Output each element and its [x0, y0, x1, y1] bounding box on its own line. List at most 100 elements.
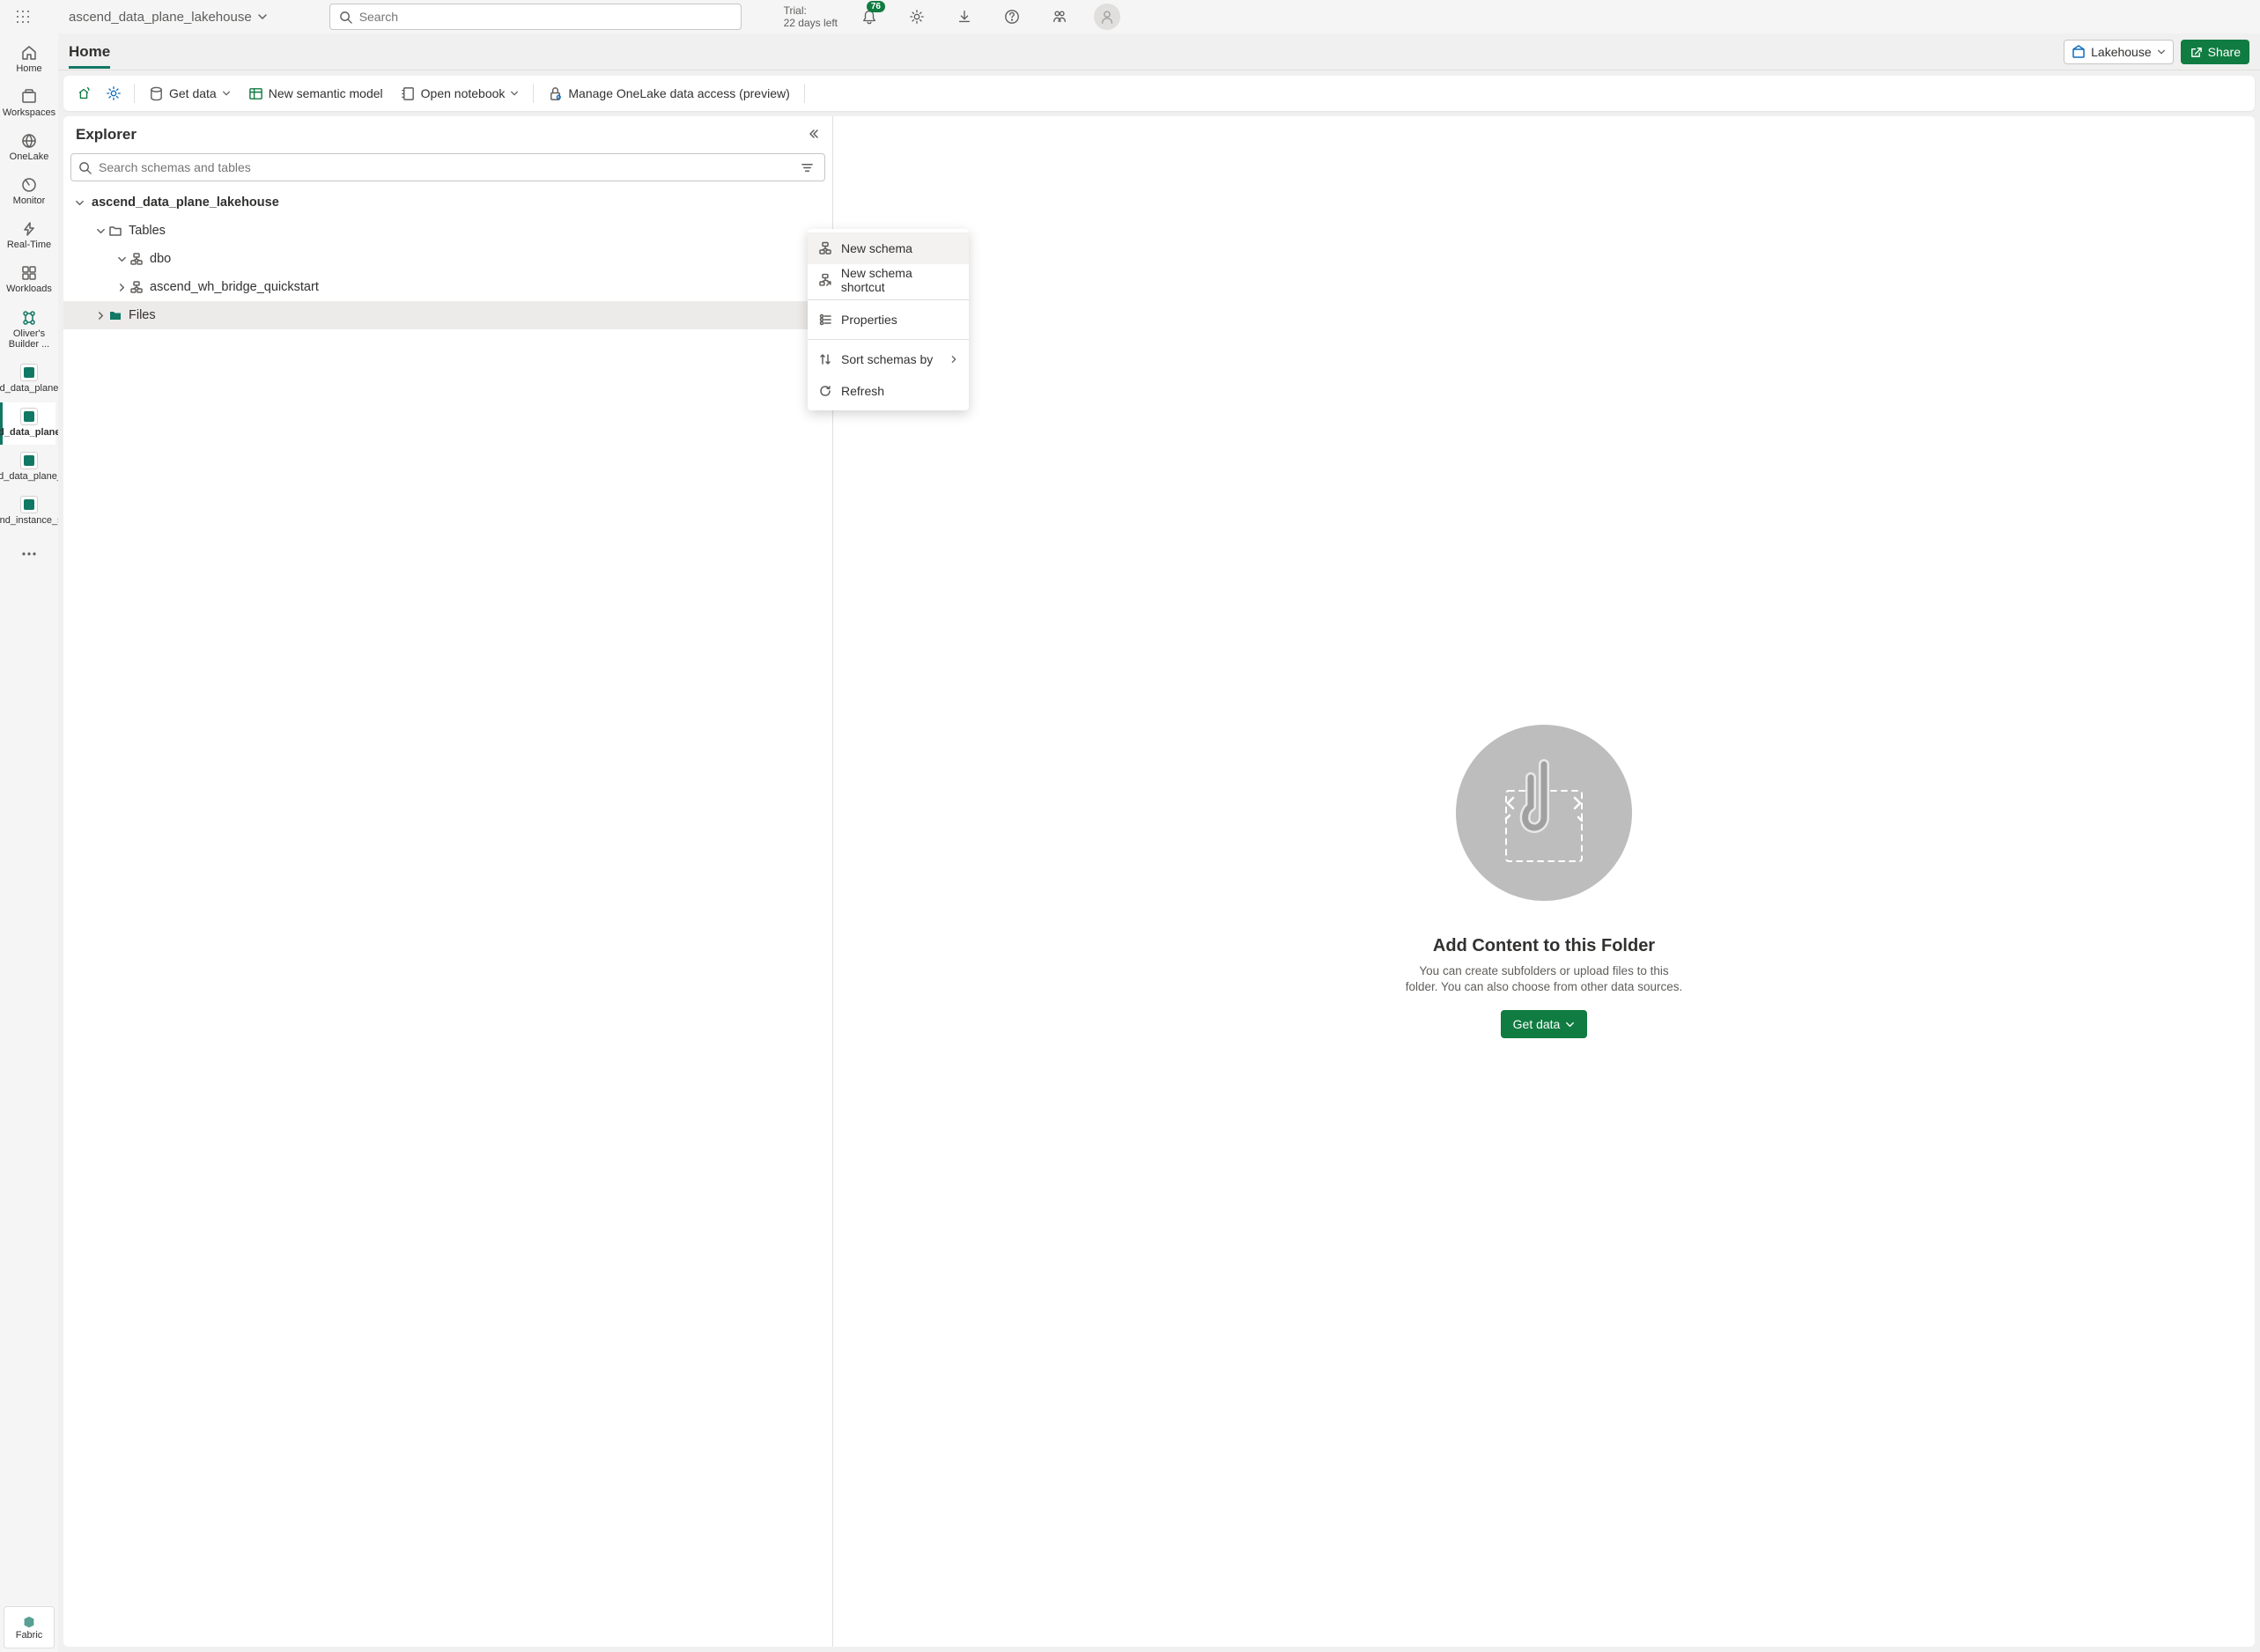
ctx-new-schema[interactable]: New schema [808, 232, 969, 264]
nav-onelake[interactable]: OneLake [3, 127, 55, 169]
semantic-model-label: New semantic model [269, 86, 383, 100]
nav-ws-item-4[interactable]: ascend_instance_store [3, 490, 55, 533]
trial-line2: 22 days left [784, 17, 838, 29]
tree-schema-bridge[interactable]: ascend_wh_bridge_quickstart [63, 273, 832, 301]
schema-icon [129, 252, 144, 266]
nav-label: Oliver's Builder ... [4, 328, 54, 350]
home-bar: Home Lakehouse Share [58, 33, 2260, 70]
folder-icon [108, 224, 122, 238]
settings-button[interactable] [901, 1, 933, 33]
global-search-box[interactable] [329, 4, 742, 30]
search-icon [339, 11, 352, 24]
gear-icon [909, 9, 925, 25]
ctx-label: New schema shortcut [841, 266, 958, 294]
ctx-properties[interactable]: Properties [808, 304, 969, 336]
explorer-search-input[interactable] [99, 160, 789, 174]
global-search-input[interactable] [359, 10, 732, 24]
workloads-icon [20, 264, 38, 282]
explorer-search-box[interactable] [70, 153, 825, 181]
chevron-down-icon [1565, 1020, 1575, 1029]
lakehouse-icon [20, 364, 38, 381]
manage-access-button[interactable]: Manage OneLake data access (preview) [541, 83, 796, 105]
left-nav: Home Workspaces OneLake Monitor Real-Tim… [0, 33, 58, 1652]
lakehouse-settings-button[interactable] [100, 80, 127, 107]
lakehouse-label: Lakehouse [2091, 45, 2152, 59]
warehouse-icon [20, 452, 38, 469]
refresh-lakehouse-button[interactable] [70, 80, 97, 107]
content-area: Explorer ascend_data_plane_lakehouse [63, 116, 2255, 1647]
nav-label: Real-Time [7, 240, 51, 250]
ctx-sort-schemas[interactable]: Sort schemas by [808, 343, 969, 375]
tree-root[interactable]: ascend_data_plane_lakehouse [63, 188, 832, 217]
nav-label: Workspaces [3, 107, 55, 118]
lakehouse-icon [2072, 45, 2086, 59]
nav-home[interactable]: Home [3, 39, 55, 81]
preview-get-data-button[interactable]: Get data [1501, 1010, 1588, 1038]
workspace-name-text: ascend_data_plane_lakehouse [69, 10, 252, 25]
open-notebook-button[interactable]: Open notebook [394, 83, 527, 105]
fabric-switcher-button[interactable]: Fabric [4, 1606, 55, 1648]
ctx-label: Properties [841, 313, 897, 327]
nav-workloads[interactable]: Workloads [3, 259, 55, 301]
nav-ws-item-2-active[interactable]: ascend_data_plane_lak... [0, 402, 55, 445]
tree-files[interactable]: Files [63, 301, 832, 329]
chevron-down-icon [2157, 48, 2166, 56]
download-button[interactable] [949, 1, 980, 33]
tree-schema-dbo[interactable]: dbo [63, 245, 832, 273]
separator [808, 339, 969, 340]
fabric-label: Fabric [16, 1630, 43, 1641]
preview-title: Add Content to this Folder [1433, 936, 1655, 956]
nav-realtime[interactable]: Real-Time [3, 215, 55, 257]
notifications-button[interactable]: 76 [853, 1, 885, 33]
home-icon [20, 44, 38, 62]
nav-monitor[interactable]: Monitor [3, 171, 55, 213]
new-semantic-model-button[interactable]: New semantic model [241, 83, 390, 105]
onelake-icon [20, 132, 38, 150]
nav-label: Monitor [13, 195, 46, 206]
nav-ws-item-3[interactable]: ascend_data_plane_war... [3, 446, 55, 489]
workspace-name-dropdown[interactable]: ascend_data_plane_lakehouse [60, 6, 277, 28]
home-tab[interactable]: Home [69, 43, 110, 69]
ctx-refresh[interactable]: Refresh [808, 375, 969, 407]
lakehouse-icon [20, 408, 38, 425]
notebook-icon [401, 86, 416, 101]
search-icon [78, 161, 92, 174]
ctx-label: Sort schemas by [841, 352, 933, 366]
account-button[interactable] [1091, 1, 1123, 33]
chevron-down-icon [510, 89, 519, 98]
ctx-new-schema-shortcut[interactable]: New schema shortcut [808, 264, 969, 296]
tree-tables-label: Tables [129, 224, 809, 238]
explorer-panel: Explorer ascend_data_plane_lakehouse [63, 116, 833, 1647]
chevron-down-icon [96, 226, 106, 236]
get-data-label: Get data [1513, 1017, 1561, 1031]
nav-more-button[interactable] [3, 538, 55, 570]
ctx-label: Refresh [841, 384, 884, 398]
refresh-icon [76, 85, 92, 101]
lakehouse-mode-dropdown[interactable]: Lakehouse [2064, 40, 2174, 64]
ellipsis-icon [21, 551, 37, 557]
help-icon [1004, 9, 1020, 25]
help-button[interactable] [996, 1, 1028, 33]
fabric-icon [21, 1614, 37, 1630]
trial-status: Trial: 22 days left [784, 4, 838, 30]
feedback-button[interactable] [1044, 1, 1075, 33]
chevron-double-left-icon [808, 128, 820, 140]
tree-schema-label: dbo [150, 252, 823, 266]
get-data-button[interactable]: Get data [142, 83, 238, 105]
tree-root-label: ascend_data_plane_lakehouse [92, 195, 823, 210]
nav-ws-item-1[interactable]: ascend_data_plane_lak... [3, 358, 55, 401]
nav-label: Home [16, 63, 41, 74]
app-launcher-button[interactable] [7, 1, 39, 33]
separator [804, 84, 805, 103]
schema-icon [818, 241, 832, 255]
share-button[interactable]: Share [2181, 40, 2249, 64]
nav-builder[interactable]: Oliver's Builder ... [3, 304, 55, 357]
filter-button[interactable] [796, 157, 817, 178]
tree-tables[interactable]: Tables [63, 217, 832, 245]
nav-workspaces[interactable]: Workspaces [3, 83, 55, 125]
open-notebook-label: Open notebook [421, 86, 506, 100]
realtime-icon [20, 220, 38, 238]
chevron-down-icon [257, 11, 268, 22]
collapse-explorer-button[interactable] [808, 128, 820, 143]
share-label: Share [2208, 45, 2241, 59]
